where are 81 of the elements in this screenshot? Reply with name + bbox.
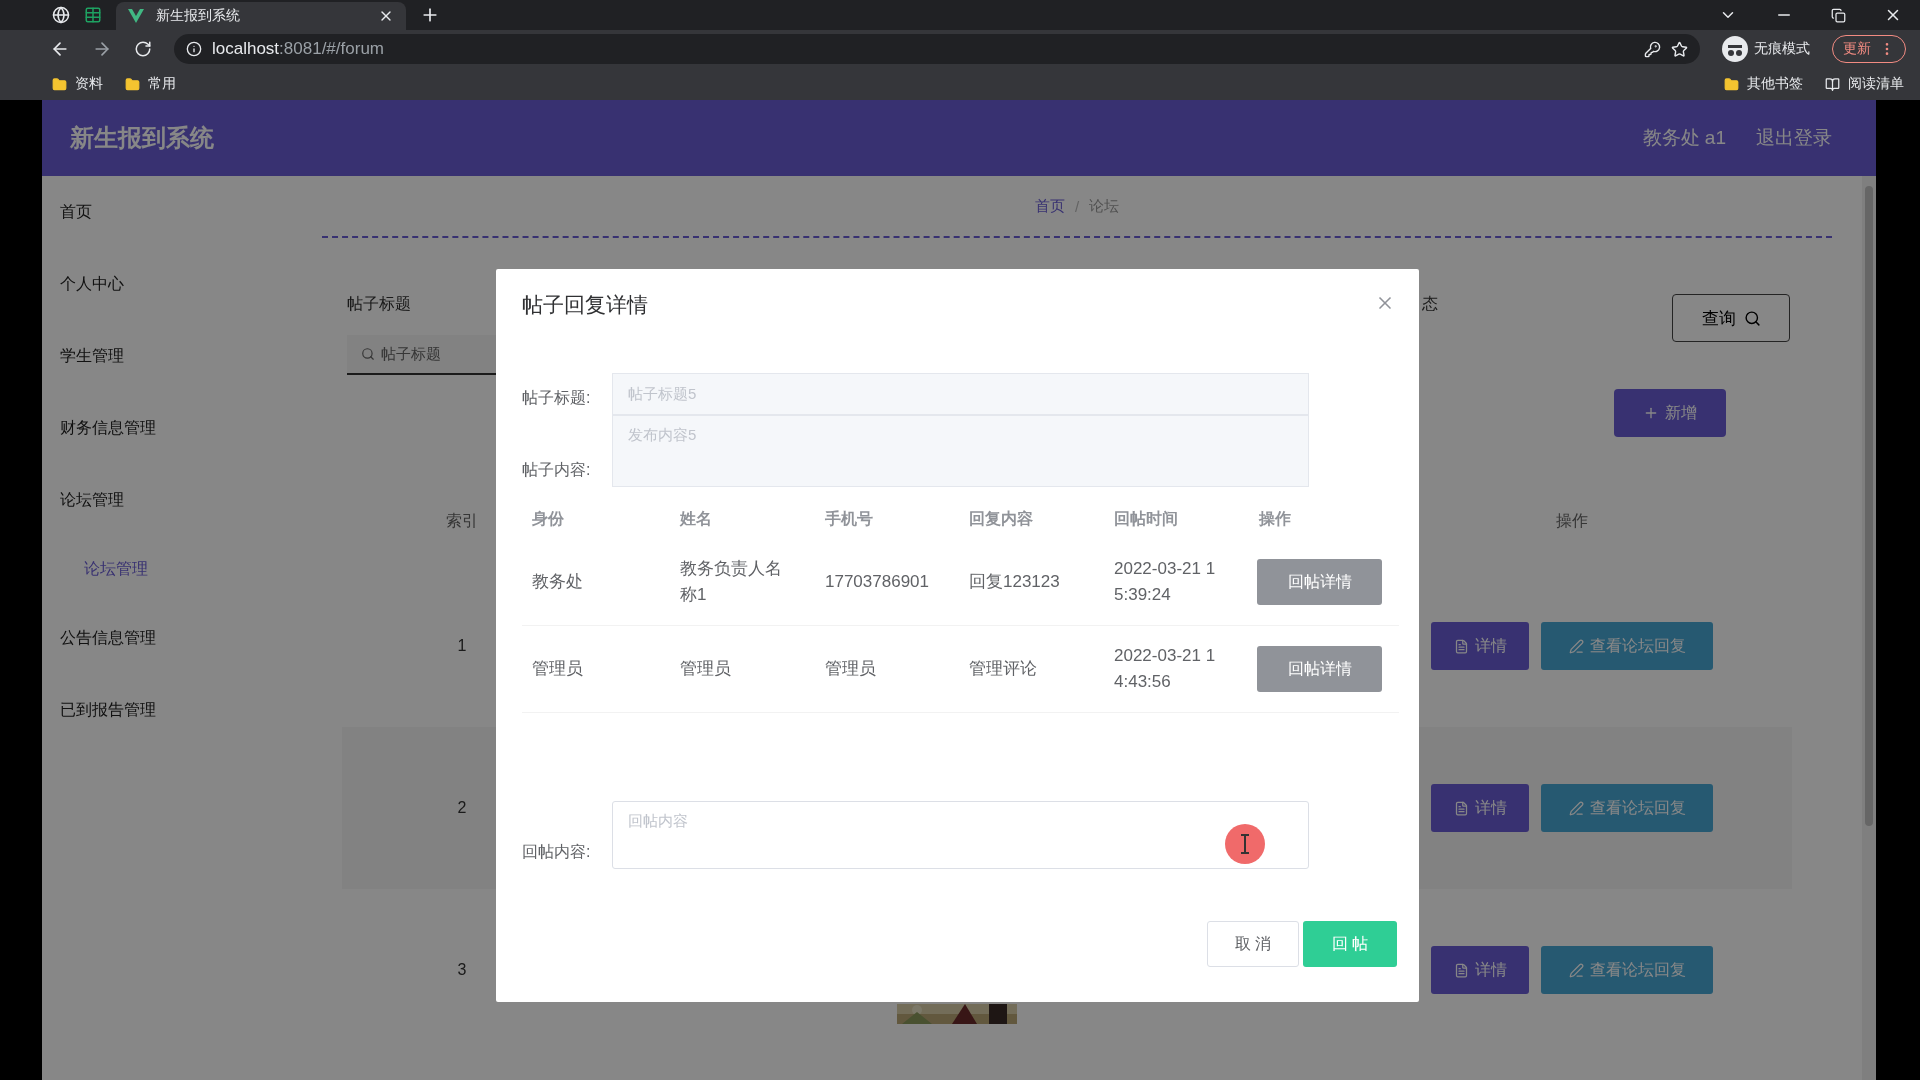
sidebar-item[interactable]: 公告信息管理	[42, 602, 290, 674]
sidebar-item[interactable]: 个人中心	[42, 248, 290, 320]
incognito-indicator[interactable]: 无痕模式	[1722, 36, 1810, 62]
tab-title: 新生报到系统	[156, 7, 241, 25]
logout-link[interactable]: 退出登录	[1756, 125, 1832, 151]
bookmark-link[interactable]: 其他书签	[1747, 75, 1803, 93]
sidebar-item[interactable]: 论坛管理	[42, 464, 290, 536]
sidebar-item[interactable]: 财务信息管理	[42, 392, 290, 464]
text-cursor-icon	[1224, 823, 1266, 865]
search-icon	[1743, 309, 1761, 327]
pen-icon	[1568, 638, 1584, 654]
table-cell: 回复123123	[959, 539, 1104, 626]
table-cell: 2	[457, 799, 467, 817]
field-label: 帖子标题	[347, 294, 411, 314]
detail-button[interactable]: 详情	[1431, 622, 1529, 670]
query-button[interactable]: 查询	[1672, 294, 1790, 342]
column-header: 回复内容	[968, 508, 1034, 529]
reload-icon[interactable]	[134, 40, 152, 58]
sidebar-item[interactable]: 学生管理	[42, 320, 290, 392]
table-cell: 管理员	[522, 626, 670, 713]
folder-icon	[125, 76, 140, 92]
sidebar-item[interactable]: 论坛管理	[42, 536, 290, 602]
info-icon[interactable]	[186, 41, 202, 57]
table-cell: 管理员	[670, 626, 815, 713]
table-cell: 管理员	[815, 626, 959, 713]
address-bar[interactable]: localhost:8081/#/forum	[174, 34, 1700, 64]
plus-icon	[1643, 405, 1659, 421]
dialog-title: 帖子回复详情	[522, 292, 648, 318]
column-header: 手机号	[824, 508, 874, 529]
table-cell: 1	[457, 637, 467, 655]
column-header: 操作	[1556, 510, 1588, 531]
reply-detail-button[interactable]: 回帖详情	[1257, 646, 1382, 692]
breadcrumb-separator: /	[1074, 197, 1080, 215]
bookmark-link[interactable]: 阅读清单	[1848, 75, 1904, 93]
search-icon	[361, 347, 375, 361]
key-icon[interactable]	[1644, 40, 1661, 58]
column-header: 姓名	[678, 508, 713, 529]
column-header: 身份	[531, 508, 565, 529]
restore-icon[interactable]	[1831, 7, 1846, 23]
document-icon	[1453, 800, 1469, 816]
column-header: 回帖时间	[1113, 508, 1179, 529]
table-cell: 管理评论	[959, 626, 1104, 713]
table-cell: 17703786901	[815, 539, 959, 626]
field-label: 帖子内容:	[522, 460, 592, 480]
cancel-button[interactable]: 取 消	[1207, 921, 1299, 967]
scrollbar-thumb[interactable]	[1865, 186, 1873, 826]
bookmark-star-icon[interactable]	[1671, 40, 1688, 58]
table-cell: 教务负责人名称1	[670, 539, 815, 626]
bookmark-link[interactable]: 资料	[75, 75, 103, 93]
detail-button[interactable]: 详情	[1431, 946, 1529, 994]
table-cell: 2022-03-21 15:39:24	[1104, 539, 1249, 626]
incognito-icon	[1722, 36, 1748, 62]
sheet-icon[interactable]	[84, 6, 102, 24]
reading-list-icon	[1825, 76, 1840, 92]
user-label: 教务处 a1	[1642, 126, 1726, 150]
sidebar-item[interactable]: 首页	[42, 176, 290, 248]
field-label: 回帖内容:	[522, 842, 592, 862]
detail-button[interactable]: 详情	[1431, 784, 1529, 832]
pen-icon	[1568, 962, 1584, 978]
browser-tab[interactable]: 新生报到系统	[116, 2, 406, 30]
folder-icon	[52, 76, 67, 92]
table-cell: 3	[457, 961, 467, 979]
reply-detail-button[interactable]: 回帖详情	[1257, 559, 1382, 605]
column-header: 索引	[446, 510, 478, 531]
add-button[interactable]: 新增	[1614, 389, 1726, 437]
folder-icon	[1724, 76, 1739, 92]
breadcrumb-link[interactable]: 首页	[1034, 196, 1065, 216]
v-logo-icon	[128, 9, 144, 23]
field-label: 态	[1422, 294, 1438, 314]
browser-logo-icon[interactable]	[52, 6, 70, 24]
bookmark-link[interactable]: 常用	[148, 75, 176, 93]
url-text: localhost:8081/#/forum	[212, 39, 384, 59]
table-cell: 2022-03-21 14:43:56	[1104, 626, 1249, 713]
sidebar-item[interactable]: 已到报告管理	[42, 674, 290, 746]
document-icon	[1453, 638, 1469, 654]
pen-icon	[1568, 800, 1584, 816]
table-cell: 教务处	[522, 539, 670, 626]
column-header: 操作	[1257, 508, 1292, 529]
app-title: 新生报到系统	[70, 123, 214, 153]
field-label: 帖子标题:	[522, 388, 592, 408]
document-icon	[1453, 962, 1469, 978]
